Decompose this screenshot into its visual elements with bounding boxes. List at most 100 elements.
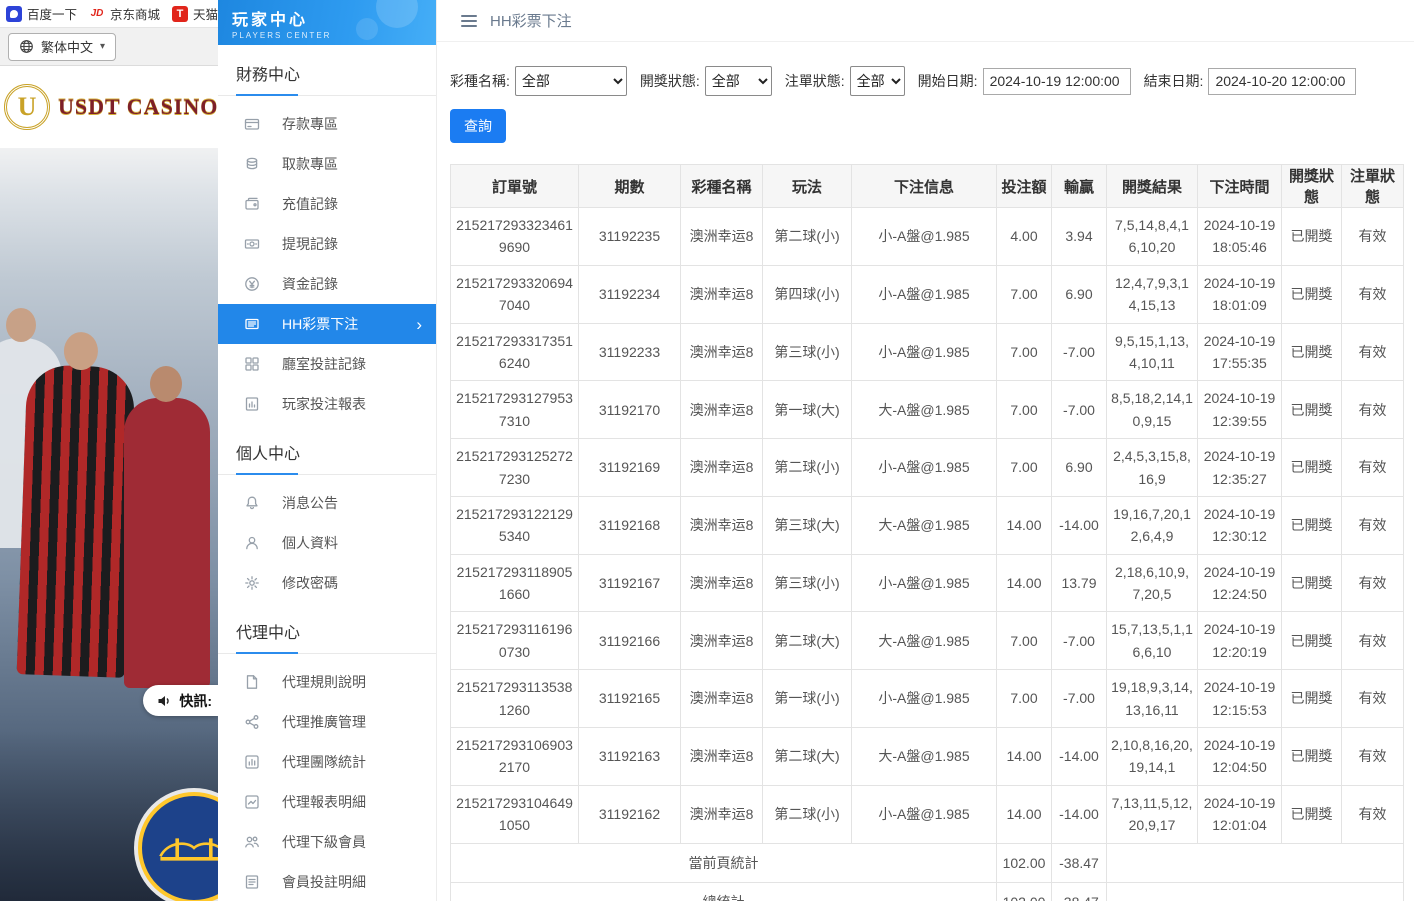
cell-bet_amount: 7.00 <box>997 670 1052 728</box>
sidebar-item[interactable]: 代理推廣管理 <box>218 702 436 742</box>
cell-lottery: 澳洲幸运8 <box>681 554 763 612</box>
cell-bet_amount: 14.00 <box>997 554 1052 612</box>
end-date-input[interactable] <box>1208 68 1356 95</box>
sidebar-item-label: HH彩票下注 <box>282 314 358 334</box>
cell-bet_amount: 7.00 <box>997 323 1052 381</box>
sidebar-item[interactable]: 代理報表明細 <box>218 782 436 822</box>
sidebar-item[interactable]: 玩家投注報表 <box>218 384 436 424</box>
sidebar-item[interactable]: 存款專區 <box>218 104 436 144</box>
cell-draw_status: 已開獎 <box>1282 612 1342 670</box>
cell-order_no: 2152172933173516240 <box>451 323 579 381</box>
cell-result: 7,5,14,8,4,16,10,20 <box>1107 208 1198 266</box>
cell-order_status: 有效 <box>1342 265 1404 323</box>
cell-draw_status: 已開獎 <box>1282 670 1342 728</box>
cell-lottery: 澳洲幸运8 <box>681 496 763 554</box>
cell-result: 19,16,7,20,12,6,4,9 <box>1107 496 1198 554</box>
table-row: 215217293104649105031192162澳洲幸运8第二球(小)小-… <box>451 785 1404 843</box>
sidebar-item[interactable]: 取款專區 <box>218 144 436 184</box>
sidebar-item[interactable]: 資金記錄 <box>218 264 436 304</box>
sidebar-item[interactable]: 代理團隊統計 <box>218 742 436 782</box>
site-logo[interactable]: U USDT CASINO <box>0 66 218 148</box>
sidebar-item[interactable]: 提現記錄 <box>218 224 436 264</box>
cell-play: 第三球(小) <box>763 323 852 381</box>
cell-order_status: 有效 <box>1342 554 1404 612</box>
cell-play: 第三球(大) <box>763 496 852 554</box>
summary-row: 總統計102.00-38.47 <box>451 882 1404 901</box>
news-ticker[interactable]: 快訊: <box>143 685 218 716</box>
language-selector-button[interactable]: 繁体中文 ▾ <box>8 33 116 61</box>
cell-order_status: 有效 <box>1342 381 1404 439</box>
cell-draw_status: 已開獎 <box>1282 496 1342 554</box>
sidebar-item[interactable]: 個人資料 <box>218 523 436 563</box>
start-date-input[interactable] <box>983 68 1131 95</box>
cell-win_loss: -7.00 <box>1052 323 1107 381</box>
lottery-name-select[interactable]: 全部 <box>515 66 627 96</box>
hamburger-icon[interactable] <box>461 15 477 27</box>
bookmark-item[interactable]: 百度一下 <box>6 4 77 23</box>
sidebar-item-label: 修改密碼 <box>282 573 338 593</box>
cell-draw_status: 已開獎 <box>1282 381 1342 439</box>
column-header: 注單狀態 <box>1342 165 1404 208</box>
team-stats-icon <box>244 754 260 770</box>
column-header: 期數 <box>579 165 681 208</box>
chevron-down-icon: ▾ <box>100 41 105 52</box>
filter-label: 開獎狀態: <box>640 71 700 91</box>
cell-draw_status: 已開獎 <box>1282 728 1342 786</box>
cell-bet_info: 大-A盤@1.985 <box>852 612 997 670</box>
sidebar-item-label: 代理下級會員 <box>282 832 366 852</box>
cell-bet_time: 2024-10-19 17:55:35 <box>1198 323 1282 381</box>
summary-win-loss: -38.47 <box>1052 843 1107 882</box>
cell-bet_amount: 7.00 <box>997 612 1052 670</box>
cell-order_no: 2152172933206947040 <box>451 265 579 323</box>
cell-period: 31192168 <box>579 496 681 554</box>
members-icon <box>244 834 260 850</box>
table-row: 215217293118905166031192167澳洲幸运8第三球(小)小-… <box>451 554 1404 612</box>
cell-result: 9,5,15,1,13,4,10,11 <box>1107 323 1198 381</box>
filter-bar: 彩種名稱:全部開獎狀態:全部注單狀態:全部開始日期:結束日期: <box>450 66 1414 96</box>
sidebar-item[interactable]: 廳室投註記錄 <box>218 344 436 384</box>
summary-win-loss: -38.47 <box>1052 882 1107 901</box>
sidebar-item[interactable]: 會員投註明細 <box>218 862 436 901</box>
sidebar-item[interactable]: 修改密碼 <box>218 563 436 603</box>
bookmark-item[interactable]: JD京东商城 <box>89 4 160 23</box>
cell-result: 8,5,18,2,14,10,9,15 <box>1107 381 1198 439</box>
cell-order_no: 2152172933234619690 <box>451 208 579 266</box>
filter-group: 彩種名稱:全部 <box>450 66 627 96</box>
cell-win_loss: 3.94 <box>1052 208 1107 266</box>
sidebar-item[interactable]: 充值記錄 <box>218 184 436 224</box>
sidebar-item-label: 資金記錄 <box>282 274 338 294</box>
cell-play: 第四球(小) <box>763 265 852 323</box>
cell-bet_time: 2024-10-19 12:20:19 <box>1198 612 1282 670</box>
sidebar-item[interactable]: 代理規則說明 <box>218 662 436 702</box>
sidebar-item[interactable]: 代理下級會員 <box>218 822 436 862</box>
sidebar-item[interactable]: HH彩票下注› <box>218 304 436 344</box>
sidebar-item-label: 代理規則說明 <box>282 672 366 692</box>
cell-period: 31192234 <box>579 265 681 323</box>
filter-label: 注單狀態: <box>785 71 845 91</box>
draw-status-select[interactable]: 全部 <box>705 66 772 96</box>
cell-period: 31192170 <box>579 381 681 439</box>
query-button[interactable]: 查詢 <box>450 109 506 143</box>
cell-bet_info: 大-A盤@1.985 <box>852 381 997 439</box>
main-topbar: HH彩票下注 <box>437 0 1414 42</box>
jd-icon: JD <box>89 6 105 22</box>
cell-draw_status: 已開獎 <box>1282 554 1342 612</box>
table-row: 215217293323461969031192235澳洲幸运8第二球(小)小-… <box>451 208 1404 266</box>
cell-play: 第三球(小) <box>763 554 852 612</box>
order-status-select[interactable]: 全部 <box>850 66 905 96</box>
cell-bet_info: 小-A盤@1.985 <box>852 265 997 323</box>
player-center-sidebar: 玩家中心 PLAYERS CENTER 財務中心存款專區取款專區充值記錄提現記錄… <box>218 0 437 901</box>
news-ticker-label: 快訊: <box>179 691 212 711</box>
column-header: 下注時間 <box>1198 165 1282 208</box>
sidebar-item[interactable]: 消息公告 <box>218 483 436 523</box>
baidu-icon <box>6 6 22 22</box>
cell-lottery: 澳洲幸运8 <box>681 728 763 786</box>
bookmark-item[interactable]: T天猫 <box>172 4 218 23</box>
cell-order_no: 2152172931135381260 <box>451 670 579 728</box>
cell-order_status: 有效 <box>1342 670 1404 728</box>
cell-bet_time: 2024-10-19 12:15:53 <box>1198 670 1282 728</box>
document-icon <box>244 674 260 690</box>
cell-bet_amount: 7.00 <box>997 265 1052 323</box>
cell-lottery: 澳洲幸运8 <box>681 265 763 323</box>
cell-period: 31192166 <box>579 612 681 670</box>
